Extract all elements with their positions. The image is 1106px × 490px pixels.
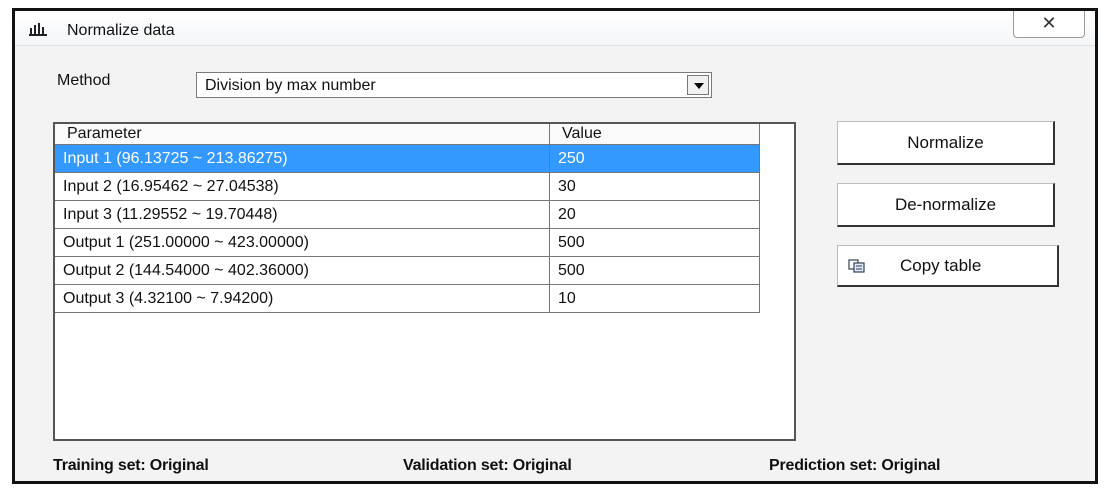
prediction-set-status: Prediction set: Original: [769, 457, 941, 474]
training-set-status: Training set: Original: [53, 457, 209, 474]
normalize-data-dialog: Normalize data ✕ Method Division by max …: [12, 8, 1098, 484]
value-cell[interactable]: 500: [549, 228, 760, 257]
copy-table-label: Copy table: [900, 256, 982, 275]
validation-set-status: Validation set: Original: [403, 457, 572, 474]
value-cell[interactable]: 10: [549, 284, 760, 313]
table-row[interactable]: Output 3 (4.32100 ~ 7.94200) 10: [55, 284, 760, 313]
copy-icon: [848, 259, 865, 273]
normalize-button[interactable]: Normalize: [837, 121, 1055, 165]
parameter-grid[interactable]: Parameter Value Input 1 (96.13725 ~ 213.…: [53, 122, 796, 441]
table-row[interactable]: Input 3 (11.29552 ~ 19.70448) 20: [55, 200, 760, 229]
title-bar: Normalize data ✕: [15, 11, 1095, 46]
parameter-cell[interactable]: Input 1 (96.13725 ~ 213.86275): [55, 144, 550, 173]
denormalize-button[interactable]: De-normalize: [837, 183, 1055, 227]
table-row[interactable]: Input 1 (96.13725 ~ 213.86275) 250: [55, 144, 760, 173]
dropdown-arrow-icon[interactable]: [687, 75, 709, 95]
column-header-parameter[interactable]: Parameter: [55, 124, 550, 145]
parameter-cell[interactable]: Input 3 (11.29552 ~ 19.70448): [55, 200, 550, 229]
window-title: Normalize data: [67, 22, 175, 39]
method-dropdown[interactable]: Division by max number: [196, 72, 712, 98]
value-cell[interactable]: 250: [549, 144, 760, 173]
value-cell[interactable]: 30: [549, 172, 760, 201]
value-cell[interactable]: 20: [549, 200, 760, 229]
parameter-cell[interactable]: Output 1 (251.00000 ~ 423.00000): [55, 228, 550, 257]
table-row[interactable]: Output 1 (251.00000 ~ 423.00000) 500: [55, 228, 760, 257]
parameter-table: Parameter Value Input 1 (96.13725 ~ 213.…: [55, 124, 760, 313]
chart-icon: [29, 23, 47, 36]
parameter-cell[interactable]: Input 2 (16.95462 ~ 27.04538): [55, 172, 550, 201]
parameter-cell[interactable]: Output 2 (144.54000 ~ 402.36000): [55, 256, 550, 285]
close-icon: ✕: [1041, 13, 1057, 33]
table-row[interactable]: Output 2 (144.54000 ~ 402.36000) 500: [55, 256, 760, 285]
method-label: Method: [57, 72, 111, 89]
table-row[interactable]: Input 2 (16.95462 ~ 27.04538) 30: [55, 172, 760, 201]
value-cell[interactable]: 500: [549, 256, 760, 285]
column-header-value[interactable]: Value: [549, 124, 760, 145]
close-button[interactable]: ✕: [1013, 11, 1085, 38]
copy-table-button[interactable]: Copy table: [837, 245, 1059, 287]
parameter-cell[interactable]: Output 3 (4.32100 ~ 7.94200): [55, 284, 550, 313]
method-selected-value: Division by max number: [205, 77, 376, 94]
